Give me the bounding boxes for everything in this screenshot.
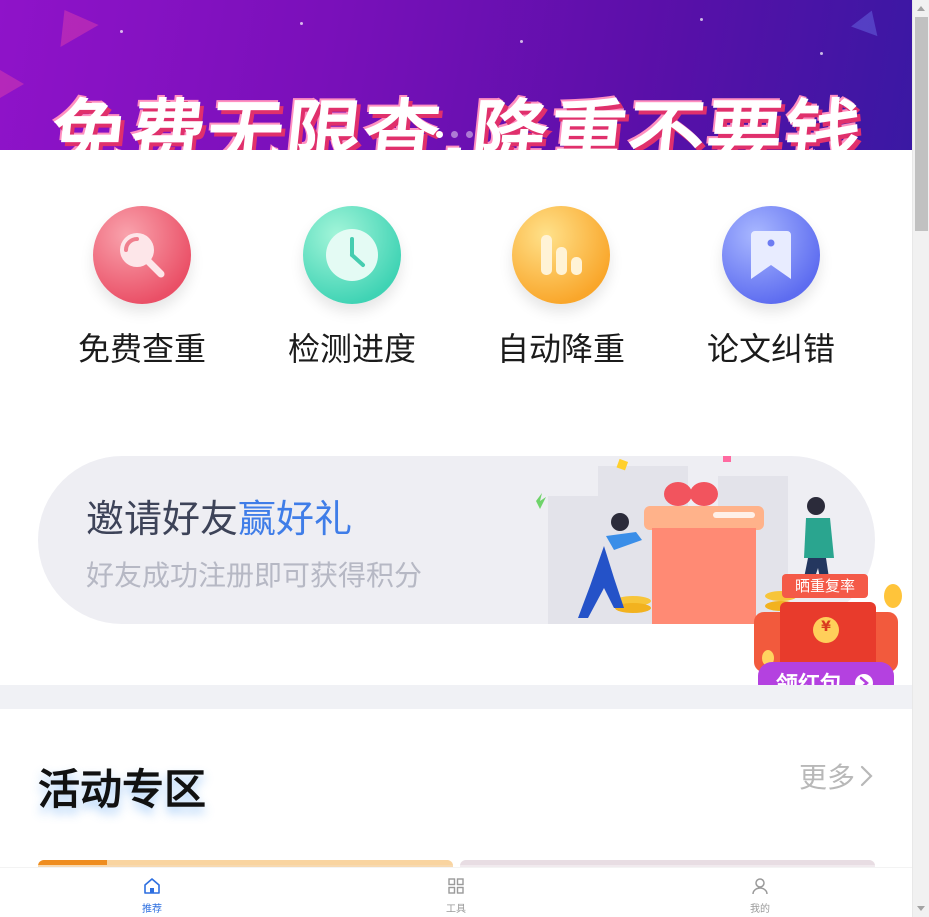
invite-title-highlight: 赢好礼	[238, 497, 353, 541]
quick-actions: 免费查重 检测进度 自动降重 论文纠错	[0, 150, 912, 420]
card-top-strip	[107, 860, 453, 865]
grid-icon	[448, 878, 464, 894]
invite-subtitle: 好友成功注册即可获得积分	[86, 559, 423, 592]
action-error-correct[interactable]: 论文纠错	[681, 206, 861, 370]
more-label: 更多	[799, 761, 856, 794]
bar-chart-icon	[512, 206, 610, 304]
banner-star	[300, 22, 303, 25]
app-viewport: 免费无限查,降重不要钱 免费查重 检测进度 自动降重 论文纠错 邀请好友赢好礼 …	[0, 0, 912, 917]
tab-label: 我的	[750, 904, 770, 915]
banner-carousel[interactable]: 免费无限查,降重不要钱	[0, 0, 912, 150]
carousel-dot[interactable]	[436, 131, 443, 138]
scroll-down-arrow[interactable]	[917, 906, 925, 911]
banner-star	[700, 18, 703, 21]
invite-title-prefix: 邀请好友	[86, 497, 239, 541]
tab-tools[interactable]: 工具	[426, 876, 486, 915]
user-icon	[752, 878, 768, 895]
bottom-tab-bar: 推荐 工具 我的	[0, 867, 912, 917]
banner-decoration	[851, 5, 885, 37]
card-top-strip	[460, 860, 875, 865]
scroll-up-arrow[interactable]	[917, 6, 925, 11]
action-auto-reduce[interactable]: 自动降重	[471, 206, 651, 370]
banner-star	[520, 40, 523, 43]
action-label: 自动降重	[496, 330, 625, 368]
tab-label: 工具	[446, 904, 466, 915]
magnifier-icon	[93, 206, 191, 304]
invite-title: 邀请好友赢好礼	[86, 488, 352, 543]
banner-star	[820, 52, 823, 55]
carousel-indicator	[436, 131, 473, 138]
red-packet-tag: 晒重复率	[794, 577, 855, 595]
activity-section-title: 活动专区	[38, 765, 207, 814]
carousel-dot[interactable]	[466, 131, 473, 138]
card-accent	[38, 860, 107, 865]
home-icon	[144, 878, 160, 894]
section-divider	[0, 685, 912, 709]
action-progress[interactable]: 检测进度	[262, 206, 442, 370]
banner-decoration	[45, 0, 99, 47]
tab-mine[interactable]: 我的	[730, 876, 790, 915]
action-free-check[interactable]: 免费查重	[52, 206, 232, 370]
banner-star	[120, 30, 123, 33]
action-label: 免费查重	[77, 330, 206, 368]
vertical-scrollbar[interactable]	[912, 0, 929, 917]
tab-recommend[interactable]: 推荐	[122, 876, 182, 915]
banner-decoration	[0, 70, 24, 98]
currency-symbol: ¥	[821, 619, 831, 635]
tab-label: 推荐	[142, 904, 162, 915]
scrollbar-thumb[interactable]	[915, 17, 928, 231]
action-label: 论文纠错	[706, 330, 835, 368]
carousel-dot[interactable]	[451, 131, 458, 138]
banner-headline: 免费无限查,降重不要钱	[46, 91, 867, 150]
more-link[interactable]: 更多	[799, 756, 873, 796]
clock-icon	[303, 206, 401, 304]
action-label: 检测进度	[287, 330, 416, 368]
chevron-right-icon	[860, 765, 873, 787]
bookmark-icon	[722, 206, 820, 304]
